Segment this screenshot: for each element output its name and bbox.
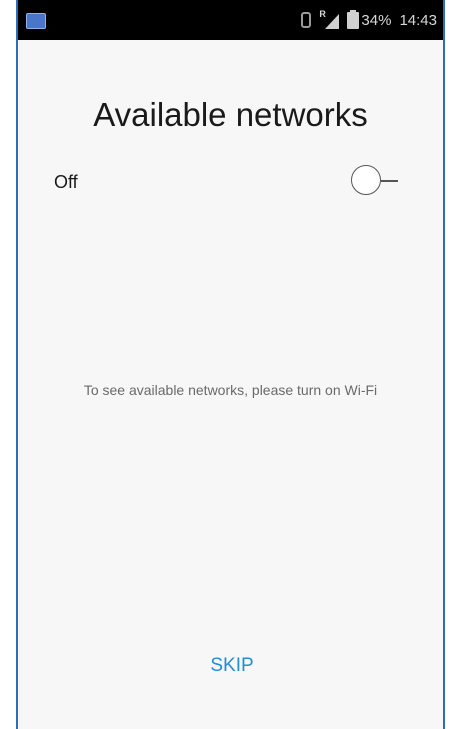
wifi-toggle-row[interactable]: Off [18, 160, 443, 206]
wifi-toggle-switch[interactable] [351, 165, 415, 201]
bluetooth-icon [301, 12, 312, 28]
battery-icon [347, 9, 360, 29]
page-title: Available networks [93, 96, 368, 133]
clock: 14:43 [399, 11, 437, 29]
skip-button[interactable]: SKIP [182, 648, 282, 684]
signal-roaming-icon: R [319, 9, 340, 29]
signal-bars [325, 14, 340, 29]
phone-screen: R 34% 14:43 Available networks Off To se… [16, 0, 445, 729]
wifi-state-label: Off [54, 172, 78, 192]
app-notification-icon [26, 13, 46, 29]
toggle-track [381, 180, 398, 182]
toggle-knob [351, 165, 381, 195]
status-bar: R 34% 14:43 [18, 0, 443, 40]
status-indicators: R 34% 14:43 [301, 0, 437, 40]
battery-level: 34% [361, 11, 392, 29]
wifi-off-message: To see available networks, please turn o… [83, 382, 378, 398]
